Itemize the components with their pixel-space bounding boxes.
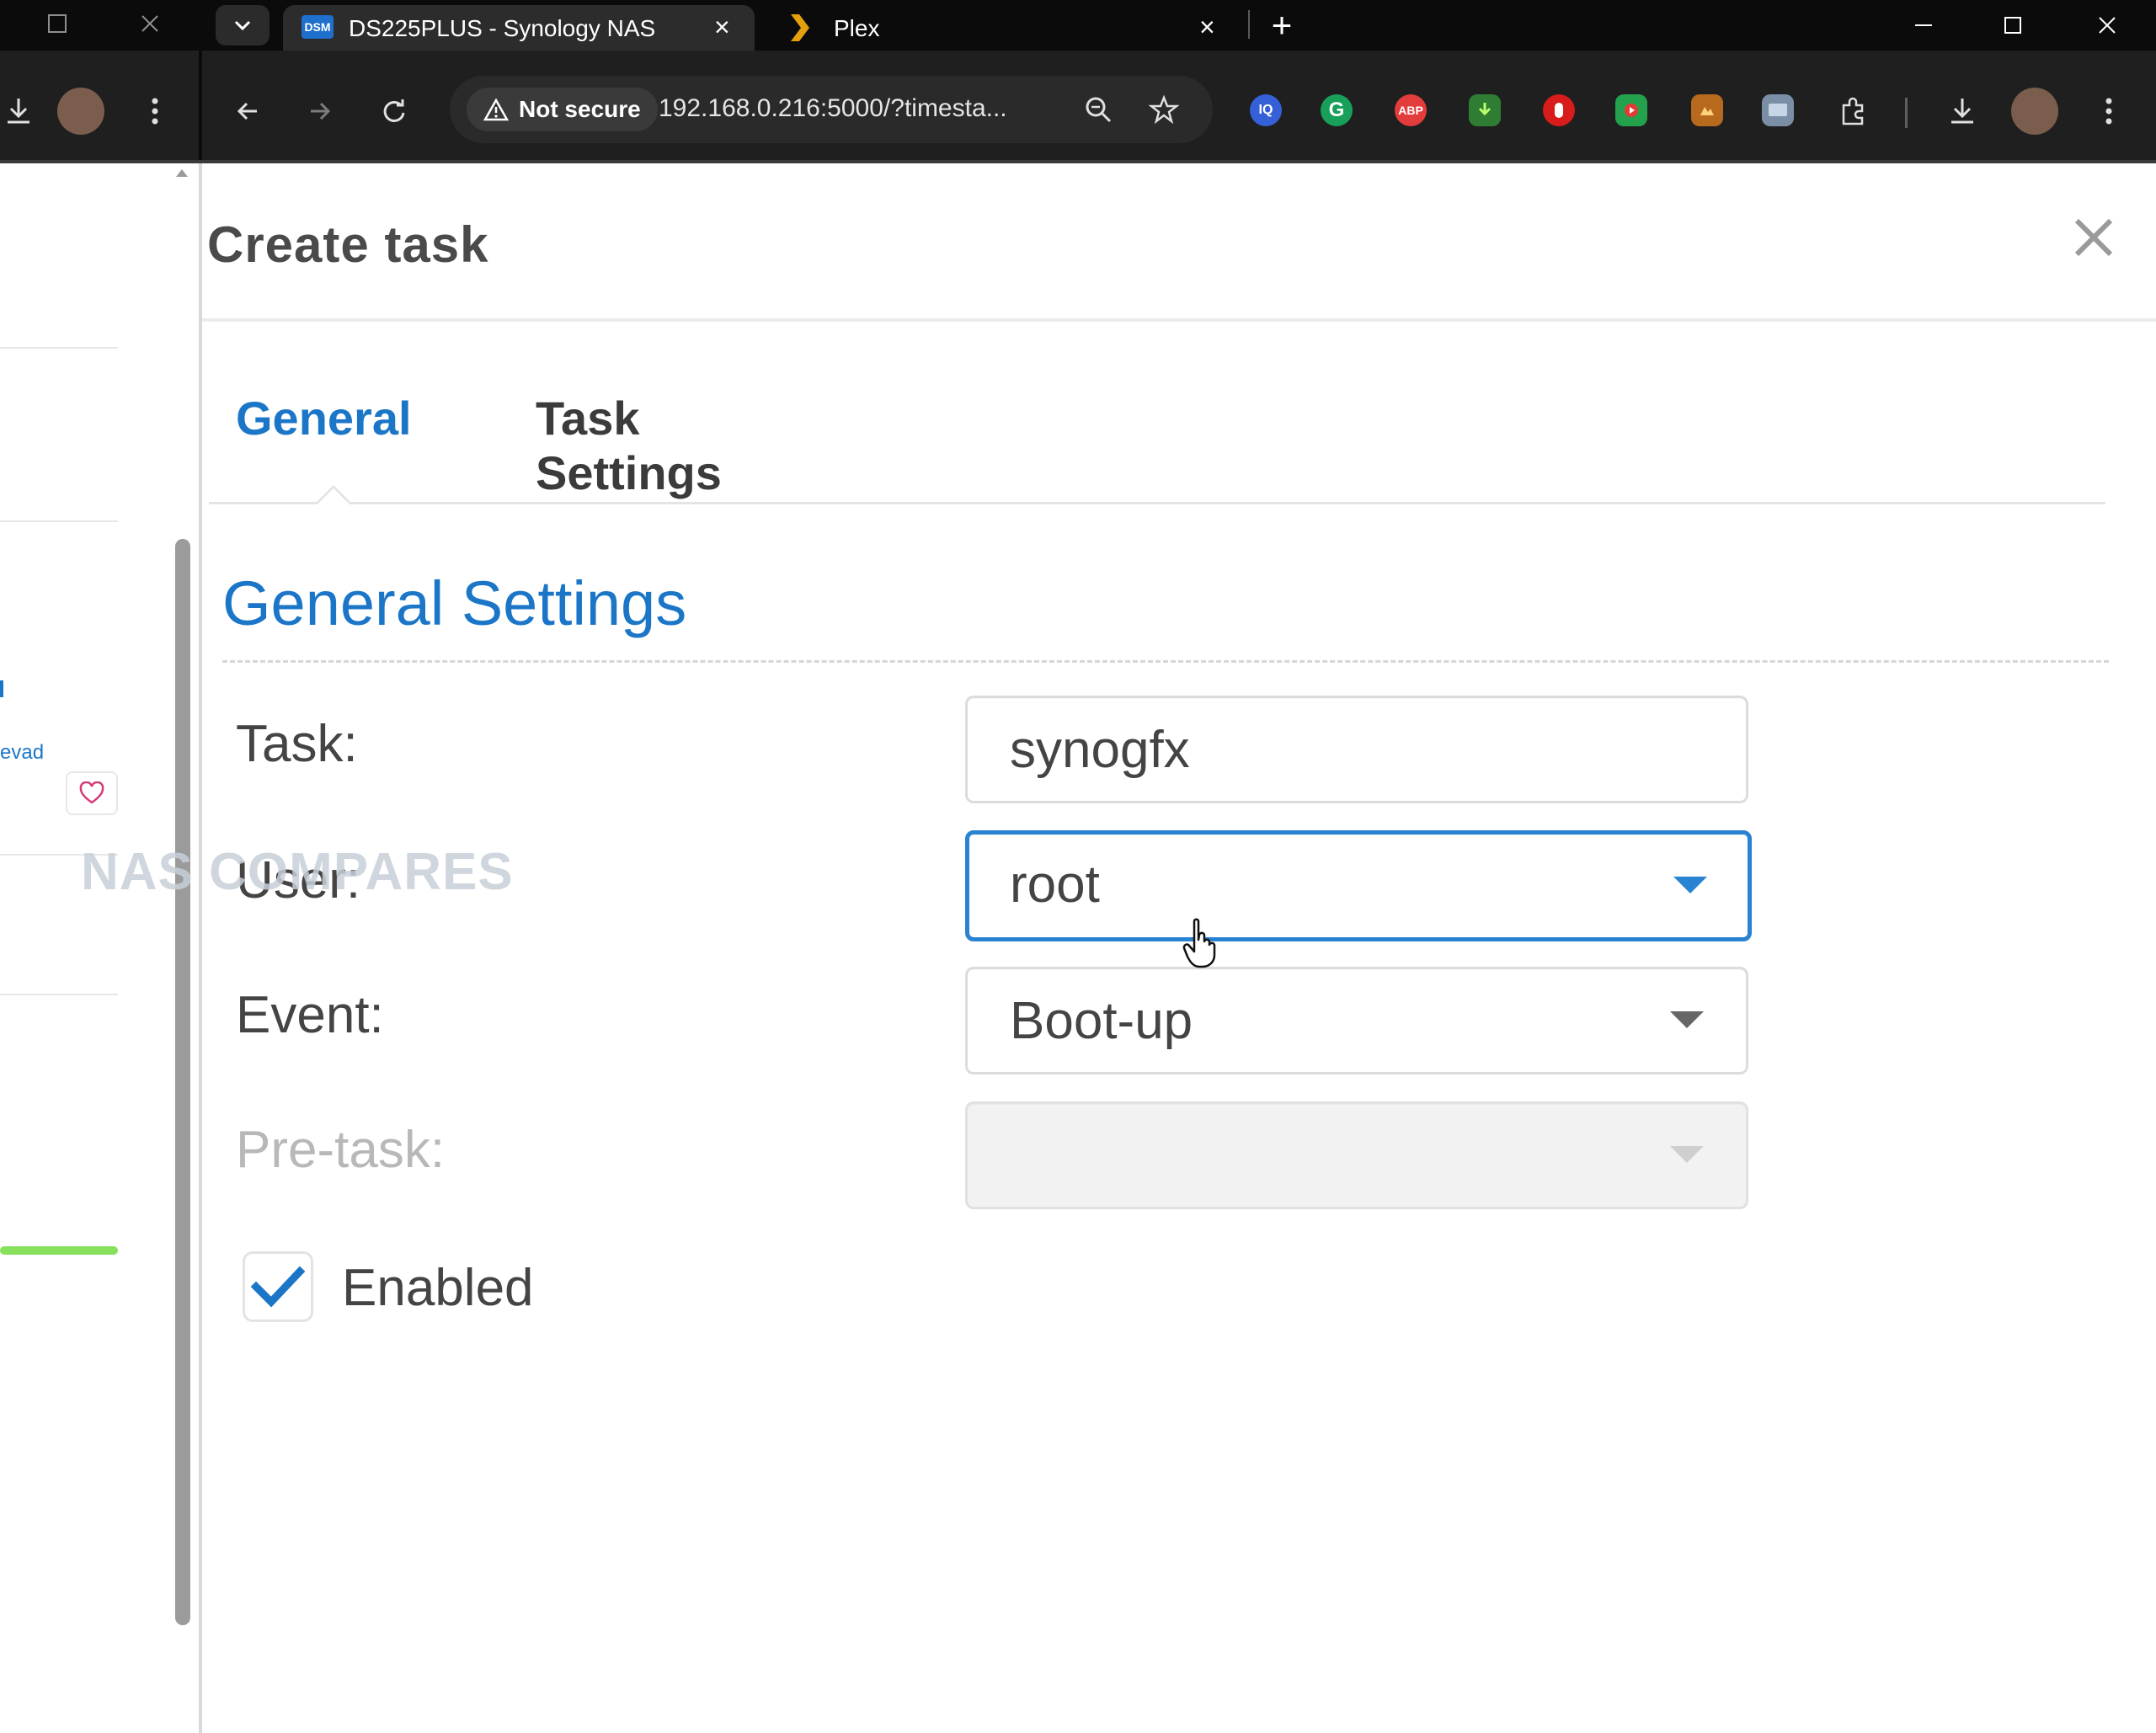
url-text[interactable]: 192.168.0.216:5000/?timesta... [659,94,1007,123]
chevron-down-icon [1670,1146,1704,1163]
grammarly-icon[interactable]: G [1321,94,1353,126]
tab-title: Plex [834,15,880,41]
reload-icon[interactable] [371,88,418,135]
new-tab-button[interactable]: + [1260,3,1304,47]
section-divider [222,660,2109,663]
aura-ext-icon[interactable] [1691,94,1723,126]
video-ext-icon[interactable] [1615,94,1647,126]
chevron-down-icon [1673,877,1707,893]
close-window-icon[interactable] [2084,7,2131,44]
more-vert-icon[interactable] [2085,88,2132,135]
divider [0,520,118,522]
create-task-dialog: Create task General Task Settings Genera… [202,163,2156,1733]
extensions-puzzle-icon[interactable] [1829,88,1876,135]
minimize-icon[interactable] [1900,7,1947,44]
tab-plex[interactable]: Plex × [758,5,1230,51]
tab-divider [1248,10,1250,39]
window-separator [199,51,202,160]
progress-bar [0,1246,118,1255]
tab-general[interactable]: General [236,391,412,445]
avatar[interactable] [57,88,104,135]
active-tab-pointer-inner [318,488,350,504]
more-vert-icon[interactable] [131,88,179,135]
user-select-value: root [1010,856,1100,914]
lastpass-icon[interactable]: IQ [1250,94,1282,126]
pre-task-label: Pre-task: [236,1121,446,1179]
security-label: Not secure [519,96,641,122]
tab-synology[interactable]: DSM DS225PLUS - Synology NAS × [283,5,755,51]
dialog-close-button[interactable] [2060,204,2127,271]
task-input[interactable]: synogfx [965,696,1748,803]
pre-task-select[interactable] [965,1101,1748,1209]
chevron-down-icon [1670,1011,1704,1028]
enabled-label: Enabled [342,1259,534,1317]
download-icon[interactable] [0,88,42,135]
browser-titlebar: DSM DS225PLUS - Synology NAS × Plex × + [0,0,2156,51]
close-icon[interactable]: × [1199,12,1215,43]
tab-search-button[interactable] [216,5,270,45]
left-panel-link[interactable]: evad [0,741,44,765]
close-icon[interactable]: × [714,12,730,43]
bookmark-star-icon[interactable] [1144,89,1184,130]
divider [0,347,118,349]
tabs-underline [209,502,2105,504]
event-select-value: Boot-up [1010,992,1193,1050]
dialog-title: Create task [207,216,489,273]
hand-ext-icon[interactable] [1543,94,1575,126]
chevron-down-icon [234,20,251,31]
tab-title: DS225PLUS - Synology NAS [349,15,656,41]
zoom-icon[interactable] [1078,89,1118,130]
close-icon [2074,218,2113,257]
download-icon[interactable] [1939,88,1986,135]
download-ext-icon[interactable] [1469,94,1501,126]
watermark: NAS COMPARES [81,843,514,901]
section-title: General Settings [222,568,687,638]
header-divider [202,318,2156,322]
heart-icon [79,781,104,804]
task-label: Task: [236,715,358,773]
plex-icon [787,12,812,44]
enabled-checkbox[interactable] [243,1251,313,1322]
tab-task-settings[interactable]: Task Settings [536,391,722,500]
scrollbar-thumb[interactable] [175,539,190,1625]
forward-icon[interactable] [296,88,344,135]
background-left-panel: evad [0,163,199,1733]
event-select[interactable]: Boot-up [965,967,1748,1074]
divider [0,994,118,995]
link-marker [0,680,3,697]
window-close-icon[interactable] [135,8,165,39]
screen-ext-icon[interactable] [1762,94,1794,126]
address-bar[interactable]: Not secure 192.168.0.216:5000/?timesta..… [450,76,1213,143]
toolbar-divider [1905,98,1908,128]
warning-icon [483,98,509,121]
user-select[interactable]: root [965,830,1752,941]
hand-cursor-icon [1182,918,1221,968]
maximize-icon[interactable] [1989,7,2036,44]
back-icon[interactable] [224,88,271,135]
dsm-icon: DSM [302,15,334,39]
scroll-up-arrow[interactable] [173,163,190,182]
security-chip[interactable]: Not secure [467,88,658,131]
window-restore-icon[interactable] [42,8,72,39]
adblock-icon[interactable]: ABP [1395,94,1427,126]
favorite-button[interactable] [66,771,118,815]
avatar[interactable] [2011,88,2058,135]
event-label: Event: [236,986,384,1044]
checkmark-icon [251,1266,305,1308]
task-input-value: synogfx [1010,721,1190,779]
